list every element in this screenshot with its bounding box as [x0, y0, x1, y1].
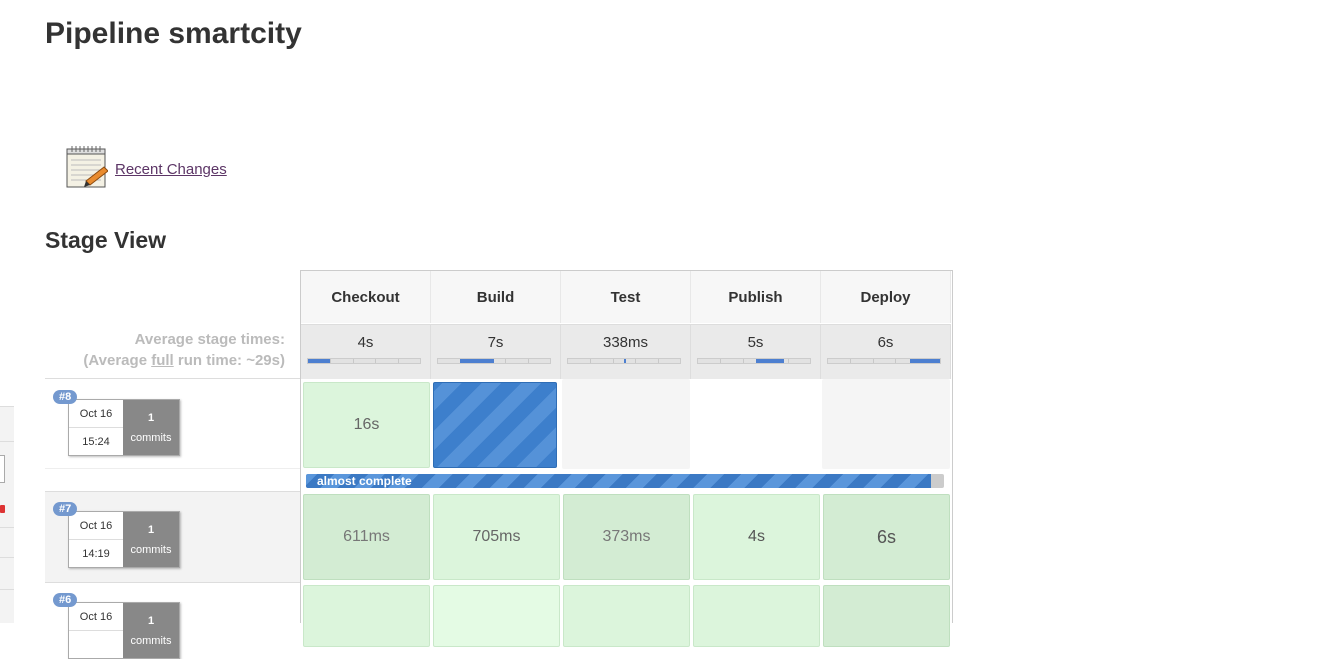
build-commits[interactable]: 1 commits [123, 400, 179, 455]
stage-cell-success[interactable]: 705ms [433, 494, 560, 580]
build-date: Oct 16 [69, 603, 123, 658]
stage-cell-success[interactable] [433, 585, 560, 647]
stage-header: Checkout [301, 271, 431, 323]
stage-average-bar [567, 358, 681, 364]
stage-cell-success[interactable]: 6s [823, 494, 950, 580]
build-number-badge[interactable]: #8 [53, 390, 78, 404]
stage-header: Deploy [821, 271, 951, 323]
stage-average-bar [697, 358, 811, 364]
build-row-bg [45, 468, 300, 491]
stage-average-tick [590, 359, 591, 363]
stage-average-tick [873, 359, 874, 363]
build-progress-label: almost complete [317, 474, 412, 488]
stage-cell-success[interactable] [823, 585, 950, 647]
stage-average-bar [437, 358, 551, 364]
build-card[interactable]: Oct 16 15:24 1 commits [68, 399, 180, 456]
stage-average: 6s [821, 324, 951, 379]
stage-cell-success[interactable]: 611ms [303, 494, 430, 580]
build-number-badge[interactable]: #6 [53, 593, 78, 607]
stage-cell-success[interactable]: 16s [303, 382, 430, 468]
build-card[interactable]: Oct 16 1 commits [68, 602, 180, 659]
stage-average-tick [330, 359, 331, 363]
stage-average-tick [398, 359, 399, 363]
stage-cell-success[interactable]: 373ms [563, 494, 690, 580]
stage-average: 5s [691, 324, 821, 379]
stage-cell-pending [822, 379, 950, 469]
stage-cell-pending [562, 379, 690, 469]
stage-average-tick [895, 359, 896, 363]
stage-average-tick [613, 359, 614, 363]
stage-average-bar [827, 358, 941, 364]
stage-average-fill [910, 359, 940, 363]
build-commits[interactable]: 1 commits [123, 603, 179, 658]
stage-average-tick [788, 359, 789, 363]
notepad-icon [66, 145, 109, 189]
stage-average-tick [850, 359, 851, 363]
build-card[interactable]: Oct 16 14:19 1 commits [68, 511, 180, 568]
stage-average-tick [720, 359, 721, 363]
stage-average-fill [624, 359, 626, 363]
stage-average: 4s [301, 324, 431, 379]
stage-average-tick [635, 359, 636, 363]
stage-cell-success[interactable] [303, 585, 430, 647]
side-panel-edge [0, 406, 14, 623]
stage-cell-success[interactable] [563, 585, 690, 647]
stage-average-tick [375, 359, 376, 363]
side-panel-status-icon [0, 505, 5, 513]
stage-average-fill [460, 359, 494, 363]
stage-cell-success[interactable] [693, 585, 820, 647]
stage-average-tick [743, 359, 744, 363]
build-date: Oct 16 15:24 [69, 400, 123, 455]
stage-cell-running[interactable] [433, 382, 557, 468]
recent-changes[interactable]: Recent Changes [66, 145, 227, 189]
build-progress-bar: almost complete [306, 474, 944, 488]
build-number-badge[interactable]: #7 [53, 502, 78, 516]
build-commits[interactable]: 1 commits [123, 512, 179, 567]
side-panel-field[interactable] [0, 455, 5, 483]
page-title: Pipeline smartcity [45, 17, 302, 50]
stage-header: Build [431, 271, 561, 323]
stage-average: 7s [431, 324, 561, 379]
stage-average-tick [528, 359, 529, 363]
stage-cell-success[interactable]: 4s [693, 494, 820, 580]
stage-average-tick [353, 359, 354, 363]
stage-cell-pending [692, 379, 820, 469]
stage-header: Test [561, 271, 691, 323]
stage-average-fill [756, 359, 784, 363]
stage-view-title: Stage View [45, 227, 167, 253]
stage-average-fill [308, 359, 330, 363]
stage-average-tick [505, 359, 506, 363]
average-stage-times-label: Average stage times: (Average full run t… [83, 331, 285, 369]
stage-average-tick [658, 359, 659, 363]
build-date: Oct 16 14:19 [69, 512, 123, 567]
stage-average-bar [307, 358, 421, 364]
stage-header: Publish [691, 271, 821, 323]
recent-changes-link[interactable]: Recent Changes [115, 161, 227, 178]
stage-average: 338ms [561, 324, 691, 379]
